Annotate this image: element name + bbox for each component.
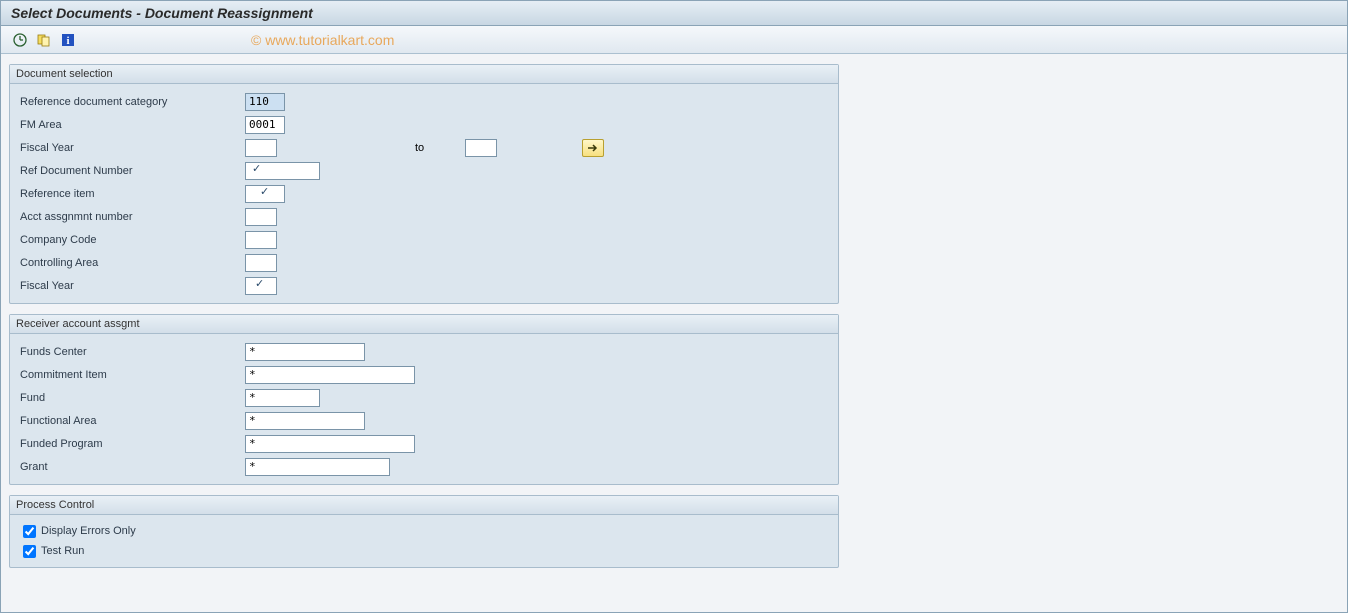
fiscal-year2-label: Fiscal Year [20, 280, 245, 292]
watermark-text: © www.tutorialkart.com [251, 32, 394, 48]
fiscal-year2-input[interactable] [245, 277, 277, 295]
acct-num-label: Acct assgnmnt number [20, 211, 245, 223]
acct-num-input[interactable] [245, 208, 277, 226]
document-selection-group: Document selection Reference document ca… [9, 64, 839, 304]
funded-prog-input[interactable] [245, 435, 415, 453]
func-area-label: Functional Area [20, 415, 245, 427]
fiscal-year-to-input[interactable] [465, 139, 497, 157]
ref-item-label: Reference item [20, 188, 245, 200]
funded-prog-label: Funded Program [20, 438, 245, 450]
main-window: Select Documents - Document Reassignment… [0, 0, 1348, 613]
funds-center-label: Funds Center [20, 346, 245, 358]
window-title: Select Documents - Document Reassignment [11, 5, 313, 21]
process-control-title: Process Control [10, 496, 838, 515]
toolbar: i © www.tutorialkart.com [1, 26, 1347, 54]
test-run-label: Test Run [41, 545, 84, 557]
company-code-input[interactable] [245, 231, 277, 249]
ref-doc-cat-label: Reference document category [20, 96, 245, 108]
process-control-group: Process Control Display Errors Only Test… [9, 495, 839, 568]
fm-area-label: FM Area [20, 119, 245, 131]
grant-label: Grant [20, 461, 245, 473]
variant-icon[interactable] [35, 31, 53, 49]
grant-input[interactable] [245, 458, 390, 476]
display-errors-checkbox[interactable] [23, 525, 36, 538]
fiscal-year-to-label: to [415, 142, 424, 154]
display-errors-label: Display Errors Only [41, 525, 136, 537]
fm-area-input[interactable] [245, 116, 285, 134]
func-area-input[interactable] [245, 412, 365, 430]
receiver-group: Receiver account assgmt Funds Center Com… [9, 314, 839, 485]
ref-doc-num-input[interactable] [245, 162, 320, 180]
receiver-title: Receiver account assgmt [10, 315, 838, 334]
funds-center-input[interactable] [245, 343, 365, 361]
company-code-label: Company Code [20, 234, 245, 246]
controlling-area-input[interactable] [245, 254, 277, 272]
ref-doc-num-label: Ref Document Number [20, 165, 245, 177]
ref-item-input[interactable] [245, 185, 285, 203]
fiscal-year-label: Fiscal Year [20, 142, 245, 154]
commitment-input[interactable] [245, 366, 415, 384]
fund-input[interactable] [245, 389, 320, 407]
ref-doc-cat-input[interactable] [245, 93, 285, 111]
fiscal-year-from-input[interactable] [245, 139, 277, 157]
fund-label: Fund [20, 392, 245, 404]
document-selection-title: Document selection [10, 65, 838, 84]
info-icon[interactable]: i [59, 31, 77, 49]
content-area: Document selection Reference document ca… [1, 54, 1347, 588]
svg-text:i: i [66, 35, 69, 47]
title-bar: Select Documents - Document Reassignment [1, 1, 1347, 26]
execute-icon[interactable] [11, 31, 29, 49]
commitment-label: Commitment Item [20, 369, 245, 381]
test-run-checkbox[interactable] [23, 545, 36, 558]
controlling-area-label: Controlling Area [20, 257, 245, 269]
multiple-selection-button[interactable] [582, 139, 604, 157]
